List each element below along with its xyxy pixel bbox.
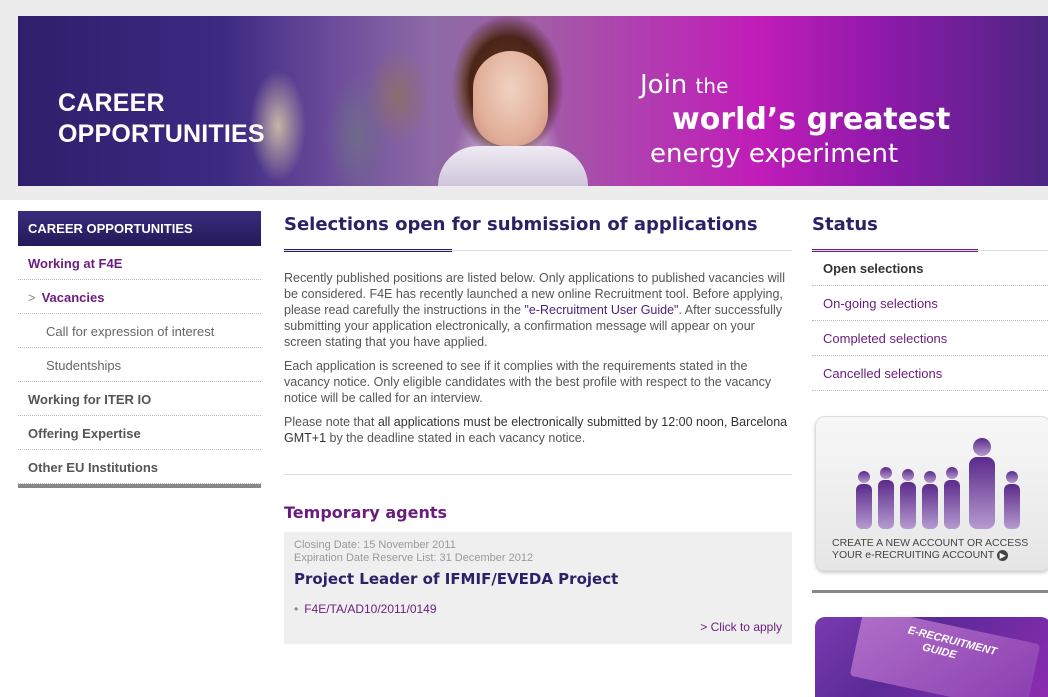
status-cancelled-selections[interactable]: Cancelled selections — [812, 356, 1048, 391]
right-column-divider — [812, 590, 1048, 593]
e-recruitment-guide-banner[interactable]: E-RECRUITMENT GUIDE — [815, 617, 1048, 697]
promo-line1: CREATE A NEW ACCOUNT OR ACCESS — [832, 537, 1029, 549]
sidebar-item-label: Other EU Institutions — [28, 460, 158, 475]
promo-caption: CREATE A NEW ACCOUNT OR ACCESS YOUR e-RE… — [832, 537, 1028, 561]
banner-photo-face — [473, 51, 548, 146]
promo-line2: YOUR e-RECRUITING ACCOUNT — [832, 549, 995, 561]
banner-title-line1: CAREER — [58, 89, 165, 117]
arrow-right-circle-icon: ▶ — [997, 550, 1009, 561]
e-recruitment-guide-link[interactable]: "e-Recruitment User Guide" — [524, 303, 678, 317]
tagline-join: Join — [640, 70, 688, 100]
header-banner: CAREER OPPORTUNITIES Join the world’s gr… — [0, 0, 1048, 200]
sidebar-item-offering-expertise[interactable]: Offering Expertise — [18, 416, 261, 450]
page-title: Selections open for submission of applic… — [284, 214, 758, 235]
sidebar-item-vacancies[interactable]: > Vacancies — [18, 280, 261, 314]
sidebar-nav: CAREER OPPORTUNITIES Working at F4E > Vac… — [18, 211, 261, 488]
sidebar-item-call-for-expression[interactable]: Call for expression of interest — [18, 314, 261, 348]
banner-photo-shirt — [438, 146, 588, 186]
deadline-text-b: by the deadline stated in each vacancy n… — [326, 431, 586, 445]
e-recruiting-account-button[interactable]: CREATE A NEW ACCOUNT OR ACCESS YOUR e-RE… — [815, 416, 1048, 571]
status-completed-selections[interactable]: Completed selections — [812, 321, 1048, 356]
banner-tagline: Join the world’s greatest energy experim… — [640, 70, 950, 169]
status-ongoing-selections[interactable]: On-going selections — [812, 286, 1048, 321]
sidebar-item-label: Call for expression of interest — [46, 324, 215, 339]
tagline-line2: world’s greatest — [672, 102, 951, 137]
sidebar-item-working-at-f4e[interactable]: Working at F4E — [18, 246, 261, 280]
bullet-icon: • — [294, 602, 299, 616]
sidebar-item-studentships[interactable]: Studentships — [18, 348, 261, 382]
banner-image: CAREER OPPORTUNITIES Join the world’s gr… — [18, 16, 1048, 186]
sidebar-item-label: Working at F4E — [28, 256, 123, 271]
main-content: Selections open for submission of applic… — [284, 214, 792, 644]
closing-date: Closing Date: 15 November 2011 — [294, 539, 456, 551]
section-title-temporary-agents: Temporary agents — [284, 503, 447, 522]
sidebar-item-label: Studentships — [46, 358, 122, 373]
banner-title: CAREER OPPORTUNITIES — [58, 88, 265, 150]
banner-title-line2: OPPORTUNITIES — [58, 120, 265, 148]
vacancy-reference[interactable]: • F4E/TA/AD10/2011/0149 — [294, 602, 782, 616]
status-column: Status Open selections On-going selectio… — [812, 214, 1048, 697]
screening-paragraph: Each application is screened to see if i… — [284, 359, 772, 405]
status-open-selections[interactable]: Open selections — [812, 251, 1048, 286]
section-divider — [284, 474, 792, 475]
vacancy-card: Closing Date: 15 November 2011 Expiratio… — [284, 532, 792, 644]
status-title: Status — [812, 214, 878, 235]
vacancy-title[interactable]: Project Leader of IFMIF/EVEDA Project — [294, 570, 782, 588]
tagline-line3: energy experiment — [650, 139, 899, 169]
chevron-right-icon: > — [28, 290, 36, 305]
sidebar-item-working-for-iter[interactable]: Working for ITER IO — [18, 382, 261, 416]
title-divider — [284, 250, 792, 251]
deadline-text-a: Please note that — [284, 415, 378, 429]
sidebar-item-label: Working for ITER IO — [28, 392, 152, 407]
vacancy-reference-text: F4E/TA/AD10/2011/0149 — [304, 602, 437, 616]
sidebar-header: CAREER OPPORTUNITIES — [18, 211, 261, 246]
sidebar-divider — [18, 484, 261, 488]
expiration-date: Expiration Date Reserve List: 31 Decembe… — [294, 552, 534, 564]
deadline-paragraph: Please note that all applications must b… — [284, 414, 792, 446]
sidebar-item-label: Vacancies — [41, 290, 105, 305]
intro-paragraph: Recently published positions are listed … — [284, 270, 792, 350]
sidebar-item-other-eu-institutions[interactable]: Other EU Institutions — [18, 450, 261, 484]
click-to-apply-link[interactable]: > Click to apply — [294, 620, 782, 634]
sidebar-item-label: Offering Expertise — [28, 426, 141, 441]
crowd-silhouette-icon — [856, 438, 1020, 529]
tagline-the: the — [695, 74, 729, 98]
